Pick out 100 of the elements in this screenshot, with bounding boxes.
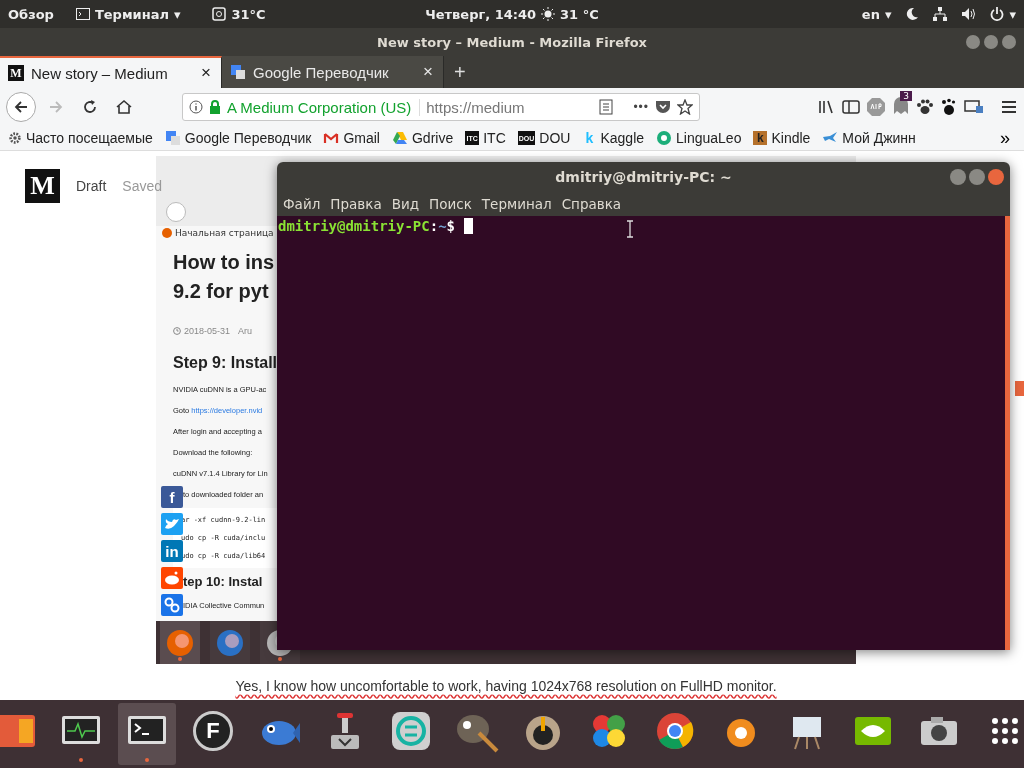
bookmark-logo-icon: k xyxy=(753,131,768,145)
bookmark-link[interactable]: Мой Джинн xyxy=(822,130,916,146)
window-title: New story – Medium - Mozilla Firefox xyxy=(377,34,647,50)
menu-item[interactable]: Поиск xyxy=(429,196,472,212)
menu-item[interactable]: Терминал xyxy=(481,196,552,212)
bookmark-link[interactable]: k Kindle xyxy=(753,130,811,146)
notification-badge: 3 xyxy=(900,91,912,101)
bookmark-link[interactable]: Google Переводчик xyxy=(164,130,312,146)
section-heading: Step 9: Install xyxy=(173,354,279,372)
app-menu[interactable]: Терминал xyxy=(94,6,169,22)
close-tab-button[interactable]: × xyxy=(199,63,213,83)
moon-icon[interactable] xyxy=(905,7,920,21)
star-icon[interactable] xyxy=(677,99,693,115)
facebook-icon[interactable]: f xyxy=(161,486,183,508)
minimize-button[interactable] xyxy=(966,35,980,49)
menu-item[interactable]: Справка xyxy=(561,196,622,212)
text-cursor-icon xyxy=(626,220,634,238)
reload-icon xyxy=(82,99,98,115)
paw-icon[interactable] xyxy=(916,98,934,116)
minimize-button[interactable] xyxy=(950,169,966,185)
back-arrow-icon xyxy=(13,99,29,115)
triangle-icon xyxy=(391,130,408,146)
medium-logo-icon[interactable]: M xyxy=(25,169,60,203)
foot-icon[interactable] xyxy=(940,98,958,116)
address-bar[interactable]: A Medium Corporation (US) https://medium ••• xyxy=(182,93,700,121)
dock-launcher[interactable] xyxy=(118,703,176,765)
close-button[interactable] xyxy=(988,169,1004,185)
bookmark-link[interactable]: Gdrive xyxy=(391,130,454,146)
linkedin-icon[interactable]: in xyxy=(161,540,183,562)
tab-label: Google Переводчик xyxy=(253,63,390,81)
saved-status: Saved xyxy=(122,178,163,194)
weather-icon xyxy=(212,7,227,21)
section-heading: tep 10: Instal xyxy=(182,574,264,589)
close-button[interactable] xyxy=(1002,35,1016,49)
terminal-prompt: dmitriy@dmitriy-PC:~$ xyxy=(277,216,475,236)
more-actions-button[interactable]: ••• xyxy=(633,100,649,114)
chain-link-icon[interactable] xyxy=(161,594,183,616)
bookmark-link[interactable]: Часто посещаемые xyxy=(8,130,153,146)
info-icon[interactable] xyxy=(189,100,203,114)
draft-status: Draft xyxy=(76,178,107,194)
bird-drawing-icon xyxy=(164,517,180,531)
language-menu[interactable]: en xyxy=(861,6,880,22)
clock-menu[interactable]: Четверг, 14:40 31 °C xyxy=(425,6,599,22)
dock-launcher[interactable]: F xyxy=(184,703,242,765)
text-cursor-block xyxy=(464,218,474,234)
bird-icon[interactable] xyxy=(161,513,183,535)
bookmarks-overflow-button[interactable]: » xyxy=(994,126,1016,150)
article-heading: How to ins xyxy=(173,250,276,275)
menu-item[interactable]: Файл xyxy=(283,196,321,212)
close-tab-button[interactable]: × xyxy=(421,62,435,82)
library-icon[interactable] xyxy=(818,99,836,115)
author-text: Aru xyxy=(238,326,253,336)
new-tab-button[interactable]: + xyxy=(444,56,476,88)
article-heading: 9.2 for pyt xyxy=(173,279,270,304)
back-button[interactable] xyxy=(6,92,36,122)
bookmark-link[interactable]: k Kaggle xyxy=(582,130,645,146)
running-dot xyxy=(145,758,149,762)
date-text: 2018-05-31 xyxy=(184,326,231,336)
menu-item[interactable]: Правка xyxy=(330,196,382,212)
running-dot xyxy=(278,657,282,661)
sidebar-icon[interactable] xyxy=(842,99,860,115)
window-title: dmitriy@dmitriy-PC: ~ xyxy=(555,169,732,185)
bookmark-text: Начальная страница xyxy=(175,228,274,238)
reader-icon: F xyxy=(193,710,233,751)
url-text: https://medium xyxy=(426,98,526,116)
bookmark-logo-icon: k xyxy=(582,131,597,145)
caret-icon: ▾ xyxy=(884,6,892,22)
screen-icon[interactable] xyxy=(964,99,984,115)
menu-icon[interactable] xyxy=(1000,99,1018,115)
volume-icon[interactable] xyxy=(961,7,977,21)
medium-logo-icon: M xyxy=(8,65,24,81)
maximize-button[interactable] xyxy=(969,169,985,185)
bookmark-link[interactable]: LinguaLeo xyxy=(656,130,742,146)
scrollbar[interactable] xyxy=(1005,216,1010,650)
browser-tab[interactable]: Google Переводчик × xyxy=(222,56,444,88)
menu-item[interactable]: Вид xyxy=(391,196,420,212)
maximize-button[interactable] xyxy=(984,35,998,49)
translate-icon xyxy=(164,130,181,146)
network-icon[interactable] xyxy=(933,7,948,21)
clock-text: Четверг, 14:40 xyxy=(425,6,537,22)
power-icon[interactable] xyxy=(990,7,1005,21)
caret-icon: ▾ xyxy=(173,6,181,22)
caret-icon: ▾ xyxy=(1009,6,1016,22)
alien-icon[interactable] xyxy=(161,567,183,589)
tab-label: New story – Medium xyxy=(31,64,169,82)
bookmark-link[interactable]: Gmail xyxy=(323,130,380,146)
back-button-circle xyxy=(166,202,186,222)
browser-tab[interactable]: M New story – Medium × xyxy=(0,56,222,88)
alien-drawing-icon xyxy=(164,571,180,585)
reader-view-icon[interactable] xyxy=(599,99,614,115)
activities-button[interactable]: Обзор xyxy=(8,6,54,22)
gear-icon xyxy=(8,131,22,145)
clock-icon xyxy=(173,327,181,335)
envelope-icon xyxy=(323,130,340,146)
adblock-icon[interactable] xyxy=(866,97,886,117)
image-caption: Yes, I know how uncomfortable to work, having 1024x768 resolution on FullHD monitor. xyxy=(234,678,778,694)
pocket-icon[interactable] xyxy=(655,100,671,114)
lock-icon xyxy=(209,100,221,114)
site-identity: A Medium Corporation (US) xyxy=(227,98,421,116)
chain-drawing-icon xyxy=(164,597,180,613)
